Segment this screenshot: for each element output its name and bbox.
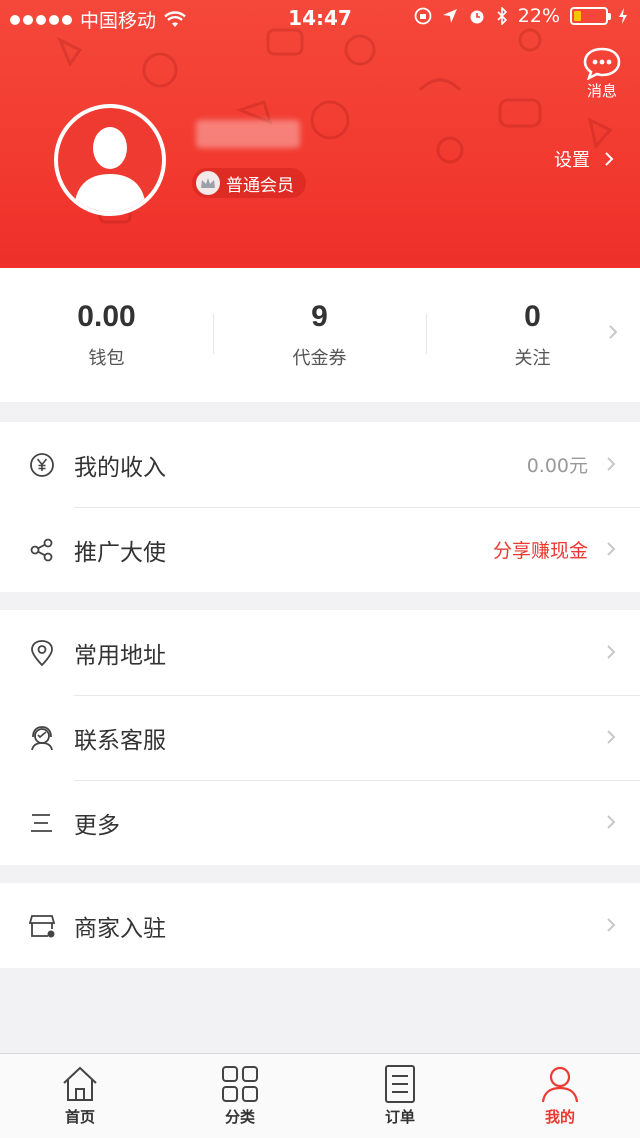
tab-category[interactable]: 分类 bbox=[160, 1054, 320, 1138]
crown-icon bbox=[196, 171, 220, 195]
menu-lines-icon bbox=[31, 814, 52, 832]
location-pin-icon bbox=[31, 640, 53, 667]
profile-page: 中国移动 14:47 22% 消息 普通会员 设置 0.00 钱包 9 代金券 … bbox=[0, 0, 640, 1138]
order-icon bbox=[385, 1065, 415, 1103]
stat-coupons[interactable]: 9 代金券 bbox=[213, 300, 426, 370]
address-label: 常用地址 bbox=[74, 642, 166, 669]
stats-bar: 0.00 钱包 9 代金券 0 关注 bbox=[0, 268, 640, 402]
shop-icon bbox=[28, 915, 56, 938]
menu-item-customer-service[interactable]: 联系客服 bbox=[0, 695, 640, 780]
status-bar: 中国移动 14:47 22% bbox=[0, 0, 640, 36]
category-icon bbox=[222, 1066, 258, 1102]
bluetooth-icon bbox=[497, 7, 507, 25]
settings-label: 设置 bbox=[554, 150, 590, 171]
chevron-right-icon bbox=[605, 152, 614, 166]
tab-home[interactable]: 首页 bbox=[0, 1054, 160, 1138]
customer-service-label: 联系客服 bbox=[74, 727, 166, 754]
coupons-label: 代金券 bbox=[292, 348, 347, 369]
stat-wallet[interactable]: 0.00 钱包 bbox=[0, 300, 213, 370]
merchant-group: 商家入驻 bbox=[0, 883, 640, 968]
chevron-right-icon bbox=[609, 325, 618, 339]
chat-bubble-icon bbox=[583, 47, 621, 80]
charging-icon bbox=[619, 8, 627, 24]
menu-item-promoter[interactable]: 推广大使 分享赚现金 bbox=[0, 507, 640, 592]
following-label: 关注 bbox=[514, 348, 551, 369]
share-icon bbox=[30, 538, 53, 562]
yen-icon bbox=[30, 453, 54, 477]
alarm-icon bbox=[470, 10, 484, 24]
promoter-value: 分享赚现金 bbox=[492, 540, 588, 562]
member-level-label: 普通会员 bbox=[226, 175, 294, 196]
wallet-value: 0.00 bbox=[77, 300, 136, 333]
tab-category-label: 分类 bbox=[224, 1108, 255, 1126]
tab-orders[interactable]: 订单 bbox=[320, 1054, 480, 1138]
chevron-right-icon bbox=[607, 918, 616, 932]
earnings-group: 我的收入 0.00元 推广大使 分享赚现金 bbox=[0, 422, 640, 592]
service-group: 常用地址 联系客服 更多 bbox=[0, 610, 640, 865]
battery-icon bbox=[570, 7, 611, 25]
menu-item-income[interactable]: 我的收入 0.00元 bbox=[0, 422, 640, 507]
orientation-lock-icon bbox=[414, 7, 432, 25]
menu-item-more[interactable]: 更多 bbox=[0, 780, 640, 865]
tab-orders-label: 订单 bbox=[384, 1108, 415, 1126]
merchant-label: 商家入驻 bbox=[74, 915, 166, 942]
menu-item-address[interactable]: 常用地址 bbox=[0, 610, 640, 695]
message-label: 消息 bbox=[586, 82, 617, 100]
income-value: 0.00元 bbox=[526, 455, 588, 477]
chevron-right-icon bbox=[607, 815, 616, 829]
wallet-label: 钱包 bbox=[88, 348, 125, 369]
customer-service-icon bbox=[31, 726, 53, 751]
profile-icon bbox=[541, 1066, 579, 1103]
tab-profile[interactable]: 我的 bbox=[480, 1054, 640, 1138]
member-level-badge[interactable]: 普通会员 bbox=[192, 168, 306, 198]
promoter-label: 推广大使 bbox=[74, 539, 166, 566]
more-label: 更多 bbox=[74, 812, 120, 839]
avatar[interactable] bbox=[54, 104, 166, 216]
default-avatar-icon bbox=[74, 127, 146, 212]
battery-percent: 22% bbox=[517, 5, 560, 27]
location-icon bbox=[442, 9, 457, 23]
tab-profile-label: 我的 bbox=[544, 1108, 575, 1126]
chevron-right-icon bbox=[607, 645, 616, 659]
tab-home-label: 首页 bbox=[64, 1108, 95, 1126]
username-blurred bbox=[196, 120, 300, 148]
profile-header: 中国移动 14:47 22% 消息 普通会员 设置 bbox=[0, 0, 640, 268]
chevron-right-icon bbox=[607, 457, 616, 471]
settings-link[interactable]: 设置 bbox=[554, 146, 614, 172]
tab-bar: 首页 分类 订单 我的 bbox=[0, 1053, 640, 1138]
chevron-right-icon bbox=[607, 542, 616, 556]
chevron-right-icon bbox=[607, 730, 616, 744]
message-button[interactable]: 消息 bbox=[580, 46, 624, 101]
menu-item-merchant[interactable]: 商家入驻 bbox=[0, 883, 640, 968]
coupons-value: 9 bbox=[311, 300, 328, 333]
home-icon bbox=[63, 1066, 97, 1101]
income-label: 我的收入 bbox=[74, 454, 166, 481]
